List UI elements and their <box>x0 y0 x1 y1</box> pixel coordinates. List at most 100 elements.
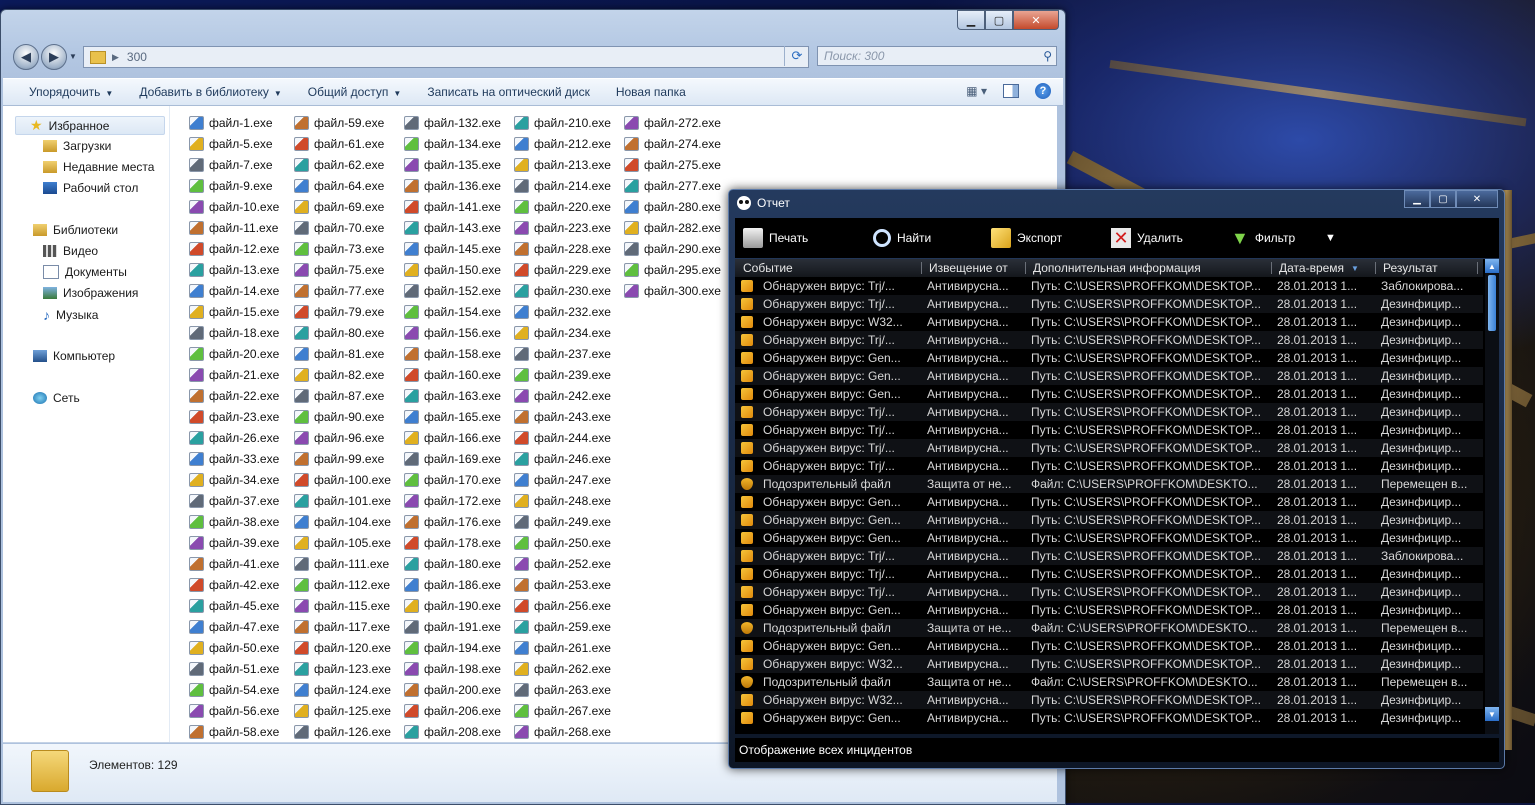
file-item[interactable]: файл-223.exe <box>514 217 611 238</box>
file-item[interactable]: файл-256.exe <box>514 595 611 616</box>
scroll-down-button[interactable]: ▼ <box>1485 707 1499 721</box>
file-item[interactable]: файл-22.exe <box>189 385 279 406</box>
file-item[interactable]: файл-7.exe <box>189 154 279 175</box>
file-item[interactable]: файл-213.exe <box>514 154 611 175</box>
preview-pane-icon[interactable] <box>1003 84 1019 98</box>
nav-music[interactable]: ♪ Музыка <box>43 307 98 323</box>
delete-button[interactable]: ✕ Удалить <box>1111 228 1183 248</box>
file-item[interactable]: файл-13.exe <box>189 259 279 280</box>
table-row[interactable]: Обнаружен вирус: Gen... Антивирусна... Пут… <box>735 709 1483 727</box>
file-item[interactable]: файл-275.exe <box>624 154 721 175</box>
file-item[interactable]: файл-75.exe <box>294 259 391 280</box>
file-item[interactable]: файл-45.exe <box>189 595 279 616</box>
file-item[interactable]: файл-186.exe <box>404 574 501 595</box>
table-row[interactable]: Обнаружен вирус: Gen... Антивирусна... Пут… <box>735 529 1483 547</box>
print-button[interactable]: Печать <box>743 228 808 248</box>
column-header-info[interactable]: Дополнительная информация <box>1033 261 1201 275</box>
column-separator[interactable] <box>921 262 922 274</box>
file-item[interactable]: файл-77.exe <box>294 280 391 301</box>
file-item[interactable]: файл-117.exe <box>294 616 391 637</box>
nav-favorites[interactable]: ★ Избранное <box>15 116 165 135</box>
file-item[interactable]: файл-172.exe <box>404 490 501 511</box>
file-item[interactable]: файл-18.exe <box>189 322 279 343</box>
file-item[interactable]: файл-58.exe <box>189 721 279 742</box>
nav-pictures[interactable]: Изображения <box>43 286 138 300</box>
find-button[interactable]: Найти <box>873 229 931 247</box>
table-row[interactable]: Обнаружен вирус: Gen... Антивирусна... Пут… <box>735 637 1483 655</box>
nav-video[interactable]: Видео <box>43 244 98 258</box>
table-row[interactable]: Подозрительный файл Защита от не... Файл: … <box>735 475 1483 493</box>
file-item[interactable]: файл-125.exe <box>294 700 391 721</box>
table-row[interactable]: Обнаружен вирус: W32... Антивирусна... Пут… <box>735 655 1483 673</box>
file-item[interactable]: файл-180.exe <box>404 553 501 574</box>
nav-computer[interactable]: Компьютер <box>33 349 115 363</box>
file-item[interactable]: файл-237.exe <box>514 343 611 364</box>
file-item[interactable]: файл-23.exe <box>189 406 279 427</box>
file-item[interactable]: файл-12.exe <box>189 238 279 259</box>
file-item[interactable]: файл-26.exe <box>189 427 279 448</box>
file-item[interactable]: файл-210.exe <box>514 112 611 133</box>
burn-button[interactable]: Записать на оптический диск <box>414 85 603 99</box>
file-item[interactable]: файл-33.exe <box>189 448 279 469</box>
column-header-result[interactable]: Результат <box>1383 261 1438 275</box>
file-item[interactable]: файл-268.exe <box>514 721 611 742</box>
file-item[interactable]: файл-208.exe <box>404 721 501 742</box>
table-row[interactable]: Обнаружен вирус: Gen... Антивирусна... Пут… <box>735 367 1483 385</box>
file-item[interactable]: файл-111.exe <box>294 553 391 574</box>
file-item[interactable]: файл-70.exe <box>294 217 391 238</box>
minimize-button[interactable]: ▁ <box>957 10 985 30</box>
file-item[interactable]: файл-1.exe <box>189 112 279 133</box>
file-item[interactable]: файл-20.exe <box>189 343 279 364</box>
file-item[interactable]: файл-176.exe <box>404 511 501 532</box>
address-bar[interactable]: ▶ 300 <box>83 46 809 68</box>
file-item[interactable]: файл-249.exe <box>514 511 611 532</box>
file-item[interactable]: файл-229.exe <box>514 259 611 280</box>
file-item[interactable]: файл-163.exe <box>404 385 501 406</box>
file-item[interactable]: файл-105.exe <box>294 532 391 553</box>
file-item[interactable]: файл-232.exe <box>514 301 611 322</box>
chevron-right-icon[interactable]: ▶ <box>112 52 119 63</box>
nav-downloads[interactable]: Загрузки <box>43 139 111 153</box>
table-row[interactable]: Обнаружен вирус: Trj/... Антивирусна... Пу… <box>735 421 1483 439</box>
search-input[interactable]: Поиск: 300 ⚲ <box>817 46 1057 66</box>
file-item[interactable]: файл-15.exe <box>189 301 279 322</box>
column-separator[interactable] <box>1271 262 1272 274</box>
file-item[interactable]: файл-81.exe <box>294 343 391 364</box>
file-item[interactable]: файл-152.exe <box>404 280 501 301</box>
file-item[interactable]: файл-282.exe <box>624 217 721 238</box>
file-item[interactable]: файл-126.exe <box>294 721 391 742</box>
file-item[interactable]: файл-191.exe <box>404 616 501 637</box>
file-item[interactable]: файл-69.exe <box>294 196 391 217</box>
view-mode-icon[interactable]: ▦ ▾ <box>966 84 987 98</box>
file-item[interactable]: файл-10.exe <box>189 196 279 217</box>
file-item[interactable]: файл-290.exe <box>624 238 721 259</box>
file-item[interactable]: файл-79.exe <box>294 301 391 322</box>
table-row[interactable]: Обнаружен вирус: Trj/... Антивирусна... Пу… <box>735 583 1483 601</box>
column-separator[interactable] <box>1477 262 1478 274</box>
maximize-button[interactable]: ▢ <box>985 10 1013 30</box>
table-row[interactable]: Обнаружен вирус: W32... Антивирусна... Пут… <box>735 691 1483 709</box>
file-item[interactable]: файл-263.exe <box>514 679 611 700</box>
file-item[interactable]: файл-277.exe <box>624 175 721 196</box>
file-item[interactable]: файл-158.exe <box>404 343 501 364</box>
file-item[interactable]: файл-239.exe <box>514 364 611 385</box>
file-item[interactable]: файл-300.exe <box>624 280 721 301</box>
back-button[interactable]: ◀ <box>13 44 39 70</box>
file-item[interactable]: файл-5.exe <box>189 133 279 154</box>
file-item[interactable]: файл-253.exe <box>514 574 611 595</box>
file-item[interactable]: файл-143.exe <box>404 217 501 238</box>
file-item[interactable]: файл-206.exe <box>404 700 501 721</box>
file-item[interactable]: файл-274.exe <box>624 133 721 154</box>
file-item[interactable]: файл-37.exe <box>189 490 279 511</box>
file-item[interactable]: файл-141.exe <box>404 196 501 217</box>
file-item[interactable]: файл-99.exe <box>294 448 391 469</box>
minimize-button[interactable]: ▁ <box>1404 190 1430 208</box>
file-item[interactable]: файл-47.exe <box>189 616 279 637</box>
close-button[interactable]: ✕ <box>1013 10 1059 30</box>
close-button[interactable]: ✕ <box>1456 190 1498 208</box>
table-row[interactable]: Обнаружен вирус: W32... Антивирусна... Пут… <box>735 313 1483 331</box>
nav-documents[interactable]: Документы <box>43 265 127 279</box>
search-icon[interactable]: ⚲ <box>1043 49 1052 63</box>
file-item[interactable]: файл-250.exe <box>514 532 611 553</box>
file-item[interactable]: файл-212.exe <box>514 133 611 154</box>
